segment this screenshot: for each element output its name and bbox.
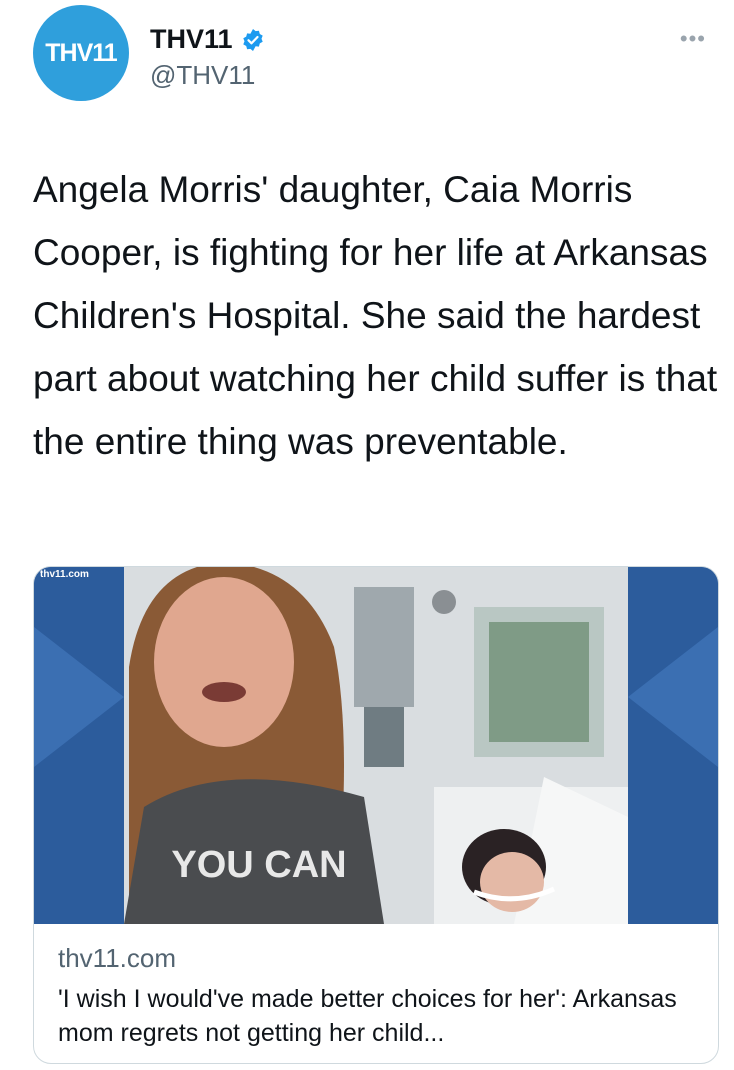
verified-badge-icon xyxy=(242,28,263,51)
card-title[interactable]: 'I wish I would've made better choices f… xyxy=(58,982,698,1050)
image-watermark: thv11.com xyxy=(40,569,89,580)
avatar[interactable]: THV11 xyxy=(33,5,129,101)
name-row: THV11 xyxy=(150,24,265,55)
display-name[interactable]: THV11 xyxy=(150,24,233,55)
shirt-text: YOU CAN xyxy=(171,844,346,886)
tweet-text: Angela Morris' daughter, Caia Morris Coo… xyxy=(33,169,718,462)
card-meta: thv11.com 'I wish I would've made better… xyxy=(58,943,698,1050)
handle[interactable]: @THV11 xyxy=(150,60,255,91)
avatar-logo-text: THV11 xyxy=(45,38,117,67)
card-image: YOU CAN thv11.com xyxy=(34,567,718,924)
link-card[interactable]: YOU CAN thv11.com thv11.com 'I wish I wo… xyxy=(33,566,719,1064)
card-domain: thv11.com xyxy=(58,943,177,973)
more-options-icon[interactable]: ••• xyxy=(680,26,706,52)
